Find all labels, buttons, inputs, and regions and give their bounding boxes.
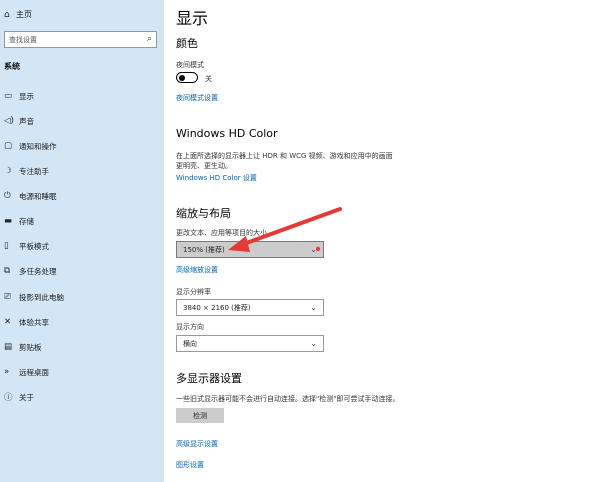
- annotation-arrow: [228, 207, 342, 252]
- arrow-head: [228, 236, 250, 252]
- annotation-dot: [315, 246, 321, 252]
- arrow-shaft: [236, 207, 342, 248]
